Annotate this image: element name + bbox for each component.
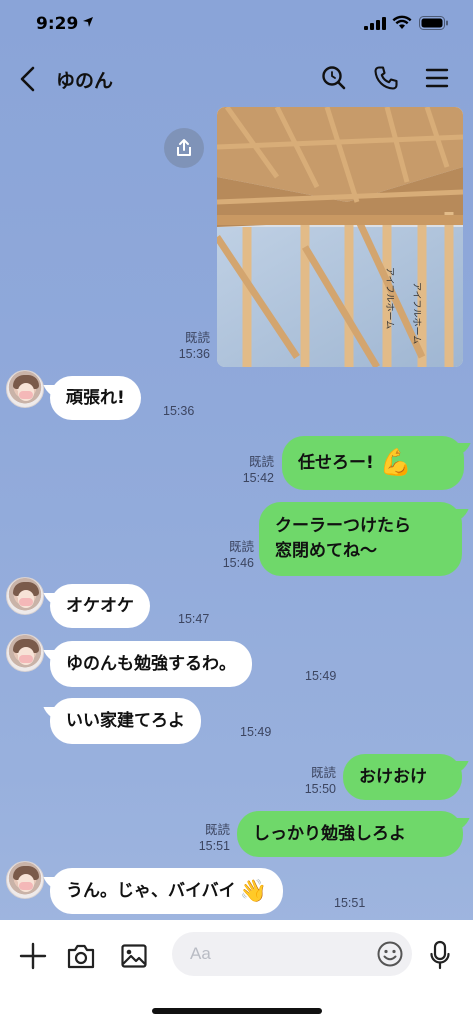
contact-avatar[interactable] <box>6 370 44 408</box>
message-time: 15:42 <box>242 471 274 485</box>
message-text: しっかり勉強しろよ <box>253 823 406 844</box>
shared-photo[interactable]: アイフルホーム アイフルホーム <box>217 107 463 367</box>
plus-icon[interactable] <box>19 942 47 970</box>
chat-screen: 9:29 ゆのん アイフルホーム アイフルホーム 既読 15:36 頑張れ! 1… <box>0 0 473 1024</box>
outgoing-message[interactable]: おけおけ <box>343 754 462 800</box>
cellular-signal-icon <box>364 17 386 30</box>
read-receipt: 既読 15:50 <box>288 765 336 797</box>
battery-icon <box>419 16 448 30</box>
message-time: 15:50 <box>304 782 336 796</box>
waving-hand-emoji: 👋 <box>239 878 268 904</box>
message-time: 15:51 <box>334 896 366 910</box>
message-time: 15:47 <box>178 612 210 626</box>
incoming-message[interactable]: いい家建てろよ <box>50 698 201 744</box>
svg-text:アイフルホーム: アイフルホーム <box>384 267 395 329</box>
contact-name[interactable]: ゆのん <box>56 66 113 93</box>
outgoing-message[interactable]: クーラーつけたら 窓閉めてね〜 <box>259 502 462 576</box>
read-label: 既読 <box>184 331 210 345</box>
message-time: 15:36 <box>163 404 195 418</box>
share-button[interactable] <box>164 128 204 168</box>
microphone-icon[interactable] <box>429 940 451 970</box>
location-arrow-icon <box>83 17 93 27</box>
message-input-placeholder: Aa <box>190 944 211 963</box>
read-label: 既読 <box>248 455 274 469</box>
message-text: 任せろー! <box>298 452 374 473</box>
flexed-biceps-emoji: 💪 <box>379 447 413 478</box>
message-text: ゆのんも勉強するわ。 <box>66 653 236 674</box>
home-indicator <box>152 1008 322 1014</box>
outgoing-message[interactable]: 任せろー! 💪 <box>282 436 464 490</box>
message-text: 頑張れ! <box>66 387 125 408</box>
contact-avatar[interactable] <box>6 861 44 899</box>
contact-avatar[interactable] <box>6 634 44 672</box>
status-time: 9:29 <box>36 14 79 34</box>
message-time: 15:36 <box>178 347 210 361</box>
message-text-line: クーラーつけたら <box>275 516 411 536</box>
outgoing-message[interactable]: しっかり勉強しろよ <box>237 811 463 857</box>
incoming-message[interactable]: うん。じゃ、バイバイ 👋 <box>50 868 284 914</box>
read-label: 既読 <box>310 766 336 780</box>
svg-text:アイフルホーム: アイフルホーム <box>411 282 422 344</box>
message-time: 15:49 <box>240 725 272 739</box>
contact-avatar[interactable] <box>6 577 44 615</box>
read-receipt: 既読 15:46 <box>206 539 254 571</box>
read-receipt: 既読 15:51 <box>182 822 230 854</box>
message-text: おけおけ <box>359 766 427 787</box>
message-time: 15:51 <box>198 839 230 853</box>
message-text: うん。じゃ、バイバイ <box>66 880 236 901</box>
read-receipt: 既読 15:36 <box>162 330 210 362</box>
wifi-icon <box>392 15 412 29</box>
message-text: オケオケ <box>66 595 134 616</box>
incoming-message[interactable]: オケオケ <box>50 584 150 628</box>
read-label: 既読 <box>204 823 230 837</box>
chevron-left-icon[interactable] <box>16 64 40 94</box>
chat-header: ゆのん <box>0 54 473 104</box>
read-receipt: 既読 15:42 <box>226 454 274 486</box>
status-bar: 9:29 <box>0 0 473 50</box>
message-text-line: 窓閉めてね〜 <box>275 541 377 561</box>
message-input-bar: Aa <box>0 920 473 1024</box>
house-framing-photo: アイフルホーム アイフルホーム <box>217 107 463 367</box>
phone-icon[interactable] <box>373 65 399 91</box>
menu-icon[interactable] <box>425 66 449 90</box>
message-time: 15:46 <box>222 556 254 570</box>
message-time: 15:49 <box>305 669 337 683</box>
emoji-icon[interactable] <box>376 940 404 968</box>
incoming-message[interactable]: 頑張れ! <box>50 376 141 420</box>
incoming-message[interactable]: ゆのんも勉強するわ。 <box>50 641 252 687</box>
search-icon[interactable] <box>321 65 347 91</box>
read-label: 既読 <box>228 540 254 554</box>
share-icon <box>177 139 191 156</box>
camera-icon[interactable] <box>66 942 96 970</box>
message-text: いい家建てろよ <box>66 710 185 731</box>
image-icon[interactable] <box>120 942 148 970</box>
